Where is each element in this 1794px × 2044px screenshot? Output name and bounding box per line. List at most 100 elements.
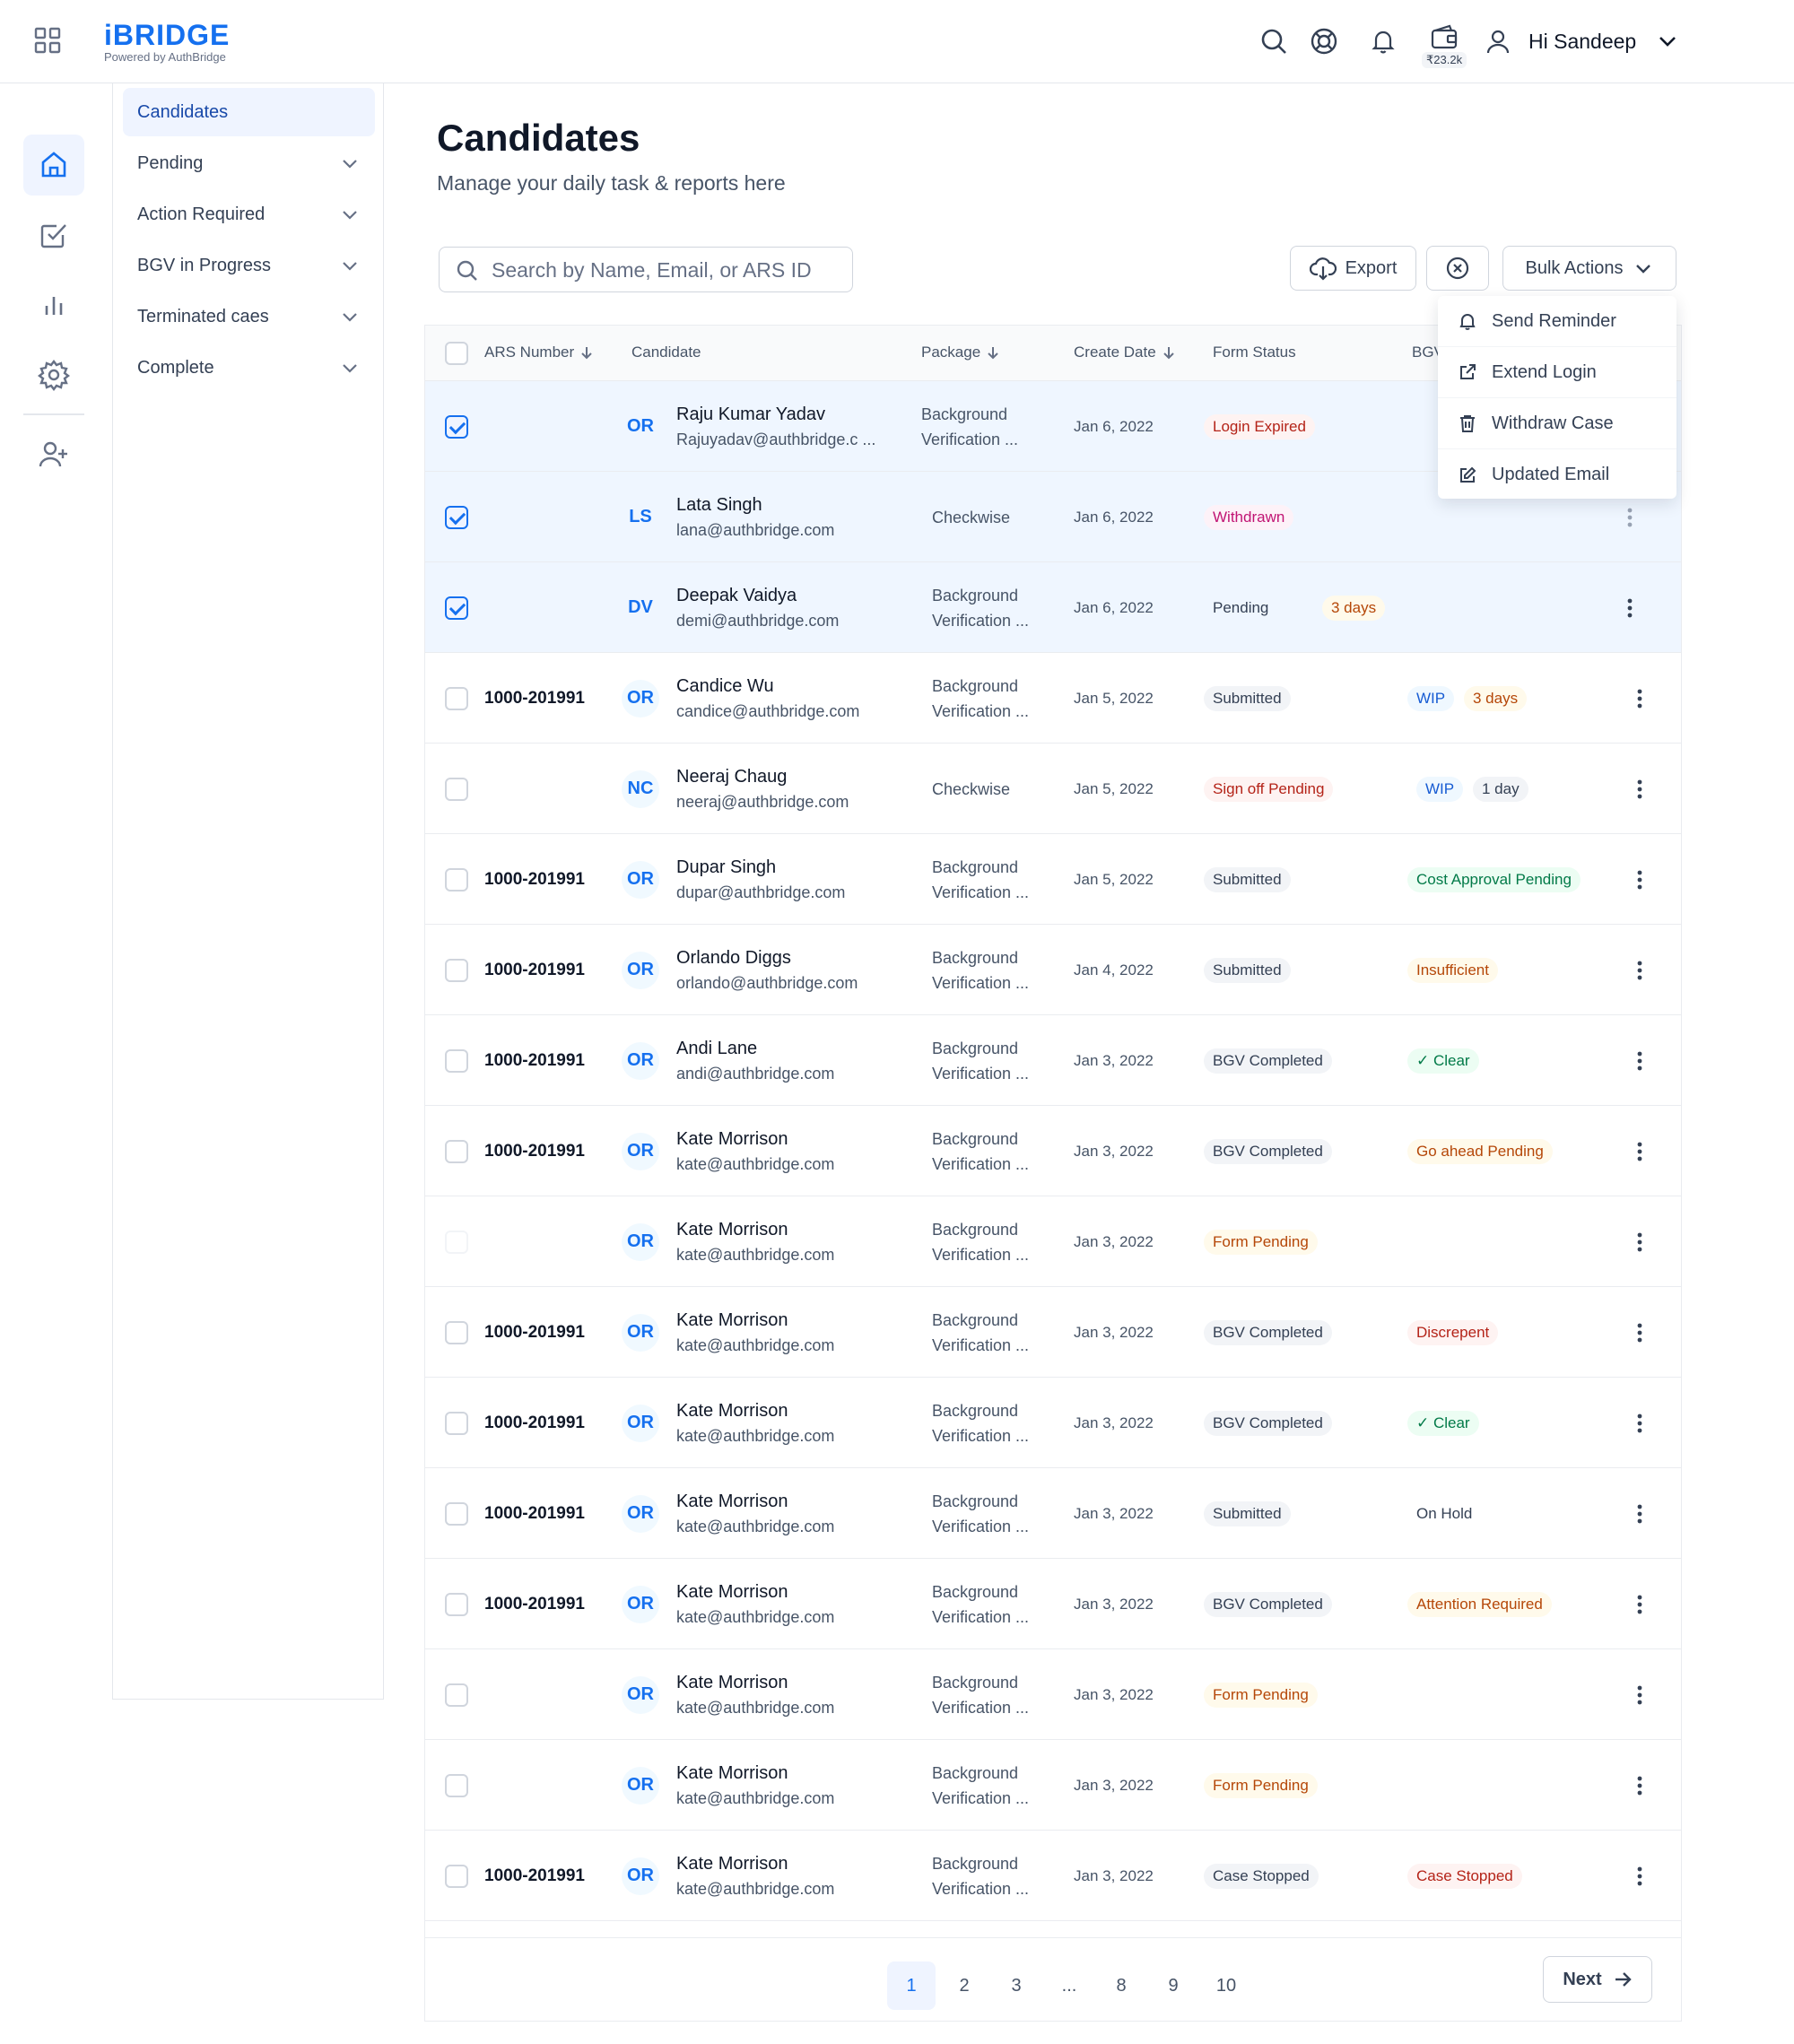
candidate-name[interactable]: Orlando Diggs: [676, 945, 858, 970]
row-actions-button[interactable]: [1627, 1230, 1652, 1255]
row-checkbox[interactable]: [445, 777, 468, 801]
candidate-name[interactable]: Candice Wu: [676, 674, 859, 699]
candidate-name[interactable]: Kate Morrison: [676, 1126, 834, 1152]
rail-reports-button[interactable]: [23, 274, 84, 335]
menu-item-send-reminder[interactable]: Send Reminder: [1438, 296, 1676, 347]
row-checkbox[interactable]: [445, 1773, 468, 1797]
column-package[interactable]: Package: [921, 344, 1000, 361]
candidate-name[interactable]: Dupar Singh: [676, 855, 845, 880]
table-row[interactable]: OR Kate Morrison kate@authbridge.com Backgr…: [425, 1196, 1681, 1287]
row-actions-button[interactable]: [1627, 1773, 1652, 1798]
row-actions-button[interactable]: [1627, 777, 1652, 802]
row-checkbox[interactable]: [445, 596, 468, 620]
row-actions-button[interactable]: [1627, 1139, 1652, 1164]
row-checkbox[interactable]: [445, 1592, 468, 1616]
row-checkbox[interactable]: [445, 686, 468, 710]
row-actions-button[interactable]: [1627, 1048, 1652, 1074]
row-actions-button[interactable]: [1627, 1501, 1652, 1526]
table-row[interactable]: 1000-201991 OR Kate Morrison kate@authbridg…: [425, 1106, 1681, 1196]
table-row[interactable]: NC Neeraj Chaug neeraj@authbridge.com Check…: [425, 744, 1681, 834]
candidate-name[interactable]: Andi Lane: [676, 1036, 834, 1061]
user-icon[interactable]: [1482, 25, 1514, 57]
table-row[interactable]: 1000-201991 OR Kate Morrison kate@authbridg…: [425, 1559, 1681, 1649]
candidate-name[interactable]: Kate Morrison: [676, 1579, 834, 1605]
row-actions-button[interactable]: [1617, 596, 1642, 621]
page-button[interactable]: 2: [940, 1961, 988, 2010]
table-row[interactable]: 1000-201991 OR Kate Morrison kate@authbridg…: [425, 1831, 1681, 1921]
candidate-name[interactable]: Kate Morrison: [676, 1761, 834, 1786]
row-checkbox[interactable]: [445, 1139, 468, 1163]
rail-tasks-button[interactable]: [23, 204, 84, 265]
help-lifebuoy-icon[interactable]: [1308, 25, 1340, 57]
column-ars-number[interactable]: ARS Number: [484, 344, 594, 361]
subnav-item-complete[interactable]: Complete: [123, 344, 375, 392]
search-box[interactable]: [439, 247, 853, 292]
page-button[interactable]: 1: [887, 1961, 936, 2010]
candidate-name[interactable]: Deepak Vaidya: [676, 583, 839, 608]
row-checkbox[interactable]: [445, 958, 468, 982]
candidate-name[interactable]: Kate Morrison: [676, 1398, 834, 1423]
candidate-name[interactable]: Kate Morrison: [676, 1670, 834, 1695]
row-checkbox[interactable]: [445, 414, 468, 439]
row-checkbox[interactable]: [445, 1048, 468, 1073]
row-checkbox[interactable]: [445, 1411, 468, 1435]
table-row[interactable]: OR Kate Morrison kate@authbridge.com Backgr…: [425, 1649, 1681, 1740]
page-button[interactable]: 10: [1202, 1961, 1250, 2010]
row-checkbox[interactable]: [445, 1683, 468, 1707]
subnav-item-action-required[interactable]: Action Required: [123, 190, 375, 239]
row-actions-button[interactable]: [1617, 505, 1642, 530]
rail-home-button[interactable]: [23, 135, 84, 196]
page-button[interactable]: 3: [992, 1961, 1041, 2010]
candidate-name[interactable]: Kate Morrison: [676, 1217, 834, 1242]
row-actions-button[interactable]: [1627, 1864, 1652, 1889]
row-checkbox[interactable]: [445, 1501, 468, 1526]
search-icon[interactable]: [1258, 25, 1290, 57]
export-button[interactable]: Export: [1290, 246, 1416, 291]
chevron-down-icon[interactable]: [1655, 29, 1680, 54]
candidate-name[interactable]: Kate Morrison: [676, 1308, 834, 1333]
menu-item-withdraw-case[interactable]: Withdraw Case: [1438, 398, 1676, 449]
table-row[interactable]: 1000-201991 OR Kate Morrison kate@authbridg…: [425, 1287, 1681, 1378]
rail-add-user-button[interactable]: [23, 424, 84, 485]
wallet-icon[interactable]: [1428, 22, 1460, 54]
subnav-item-candidates[interactable]: Candidates: [123, 88, 375, 136]
row-checkbox[interactable]: [445, 1864, 468, 1888]
row-actions-button[interactable]: [1627, 1320, 1652, 1345]
row-actions-button[interactable]: [1627, 1683, 1652, 1708]
row-actions-button[interactable]: [1627, 686, 1652, 711]
subnav-item-terminated[interactable]: Terminated caes: [123, 292, 375, 341]
page-button[interactable]: 8: [1097, 1961, 1145, 2010]
next-page-button[interactable]: Next: [1543, 1956, 1652, 2003]
clear-selection-button[interactable]: [1426, 246, 1489, 291]
page-button[interactable]: 9: [1149, 1961, 1197, 2010]
bulk-actions-button[interactable]: Bulk Actions: [1502, 246, 1676, 291]
select-all-checkbox[interactable]: [445, 342, 468, 365]
rail-settings-button[interactable]: [23, 344, 84, 405]
row-actions-button[interactable]: [1627, 1411, 1652, 1436]
user-greeting[interactable]: Hi Sandeep: [1528, 27, 1636, 56]
row-actions-button[interactable]: [1627, 867, 1652, 892]
table-row[interactable]: 1000-201991 OR Kate Morrison kate@authbridg…: [425, 1468, 1681, 1559]
bell-icon[interactable]: [1367, 25, 1399, 57]
table-row[interactable]: 1000-201991 OR Orlando Diggs orlando@authbr…: [425, 925, 1681, 1015]
table-row[interactable]: 1000-201991 OR Dupar Singh dupar@authbridge…: [425, 834, 1681, 925]
table-row[interactable]: DV Deepak Vaidya demi@authbridge.com Backgr…: [425, 562, 1681, 653]
table-row[interactable]: 1000-201991 OR Andi Lane andi@authbridge.co…: [425, 1015, 1681, 1106]
brand-logo[interactable]: iBRIDGE Powered by AuthBridge: [104, 20, 230, 64]
table-row[interactable]: 1000-201991 OR Kate Morrison kate@authbridg…: [425, 1378, 1681, 1468]
candidate-name[interactable]: Lata Singh: [676, 492, 834, 518]
row-checkbox[interactable]: [445, 1320, 468, 1344]
subnav-item-bgv-in-progress[interactable]: BGV in Progress: [123, 241, 375, 290]
app-grid-icon[interactable]: [34, 27, 61, 54]
search-input[interactable]: [492, 255, 841, 285]
candidate-name[interactable]: Kate Morrison: [676, 1489, 834, 1514]
row-actions-button[interactable]: [1627, 1592, 1652, 1617]
candidate-name[interactable]: Raju Kumar Yadav: [676, 402, 875, 427]
table-row[interactable]: 1000-201991 OR Candice Wu candice@authbridg…: [425, 653, 1681, 744]
table-row[interactable]: OR Kate Morrison kate@authbridge.com Backgr…: [425, 1740, 1681, 1831]
subnav-item-pending[interactable]: Pending: [123, 139, 375, 187]
row-checkbox[interactable]: [445, 867, 468, 892]
menu-item-updated-email[interactable]: Updated Email: [1438, 449, 1676, 500]
candidate-name[interactable]: Neeraj Chaug: [676, 764, 849, 789]
menu-item-extend-login[interactable]: Extend Login: [1438, 347, 1676, 398]
